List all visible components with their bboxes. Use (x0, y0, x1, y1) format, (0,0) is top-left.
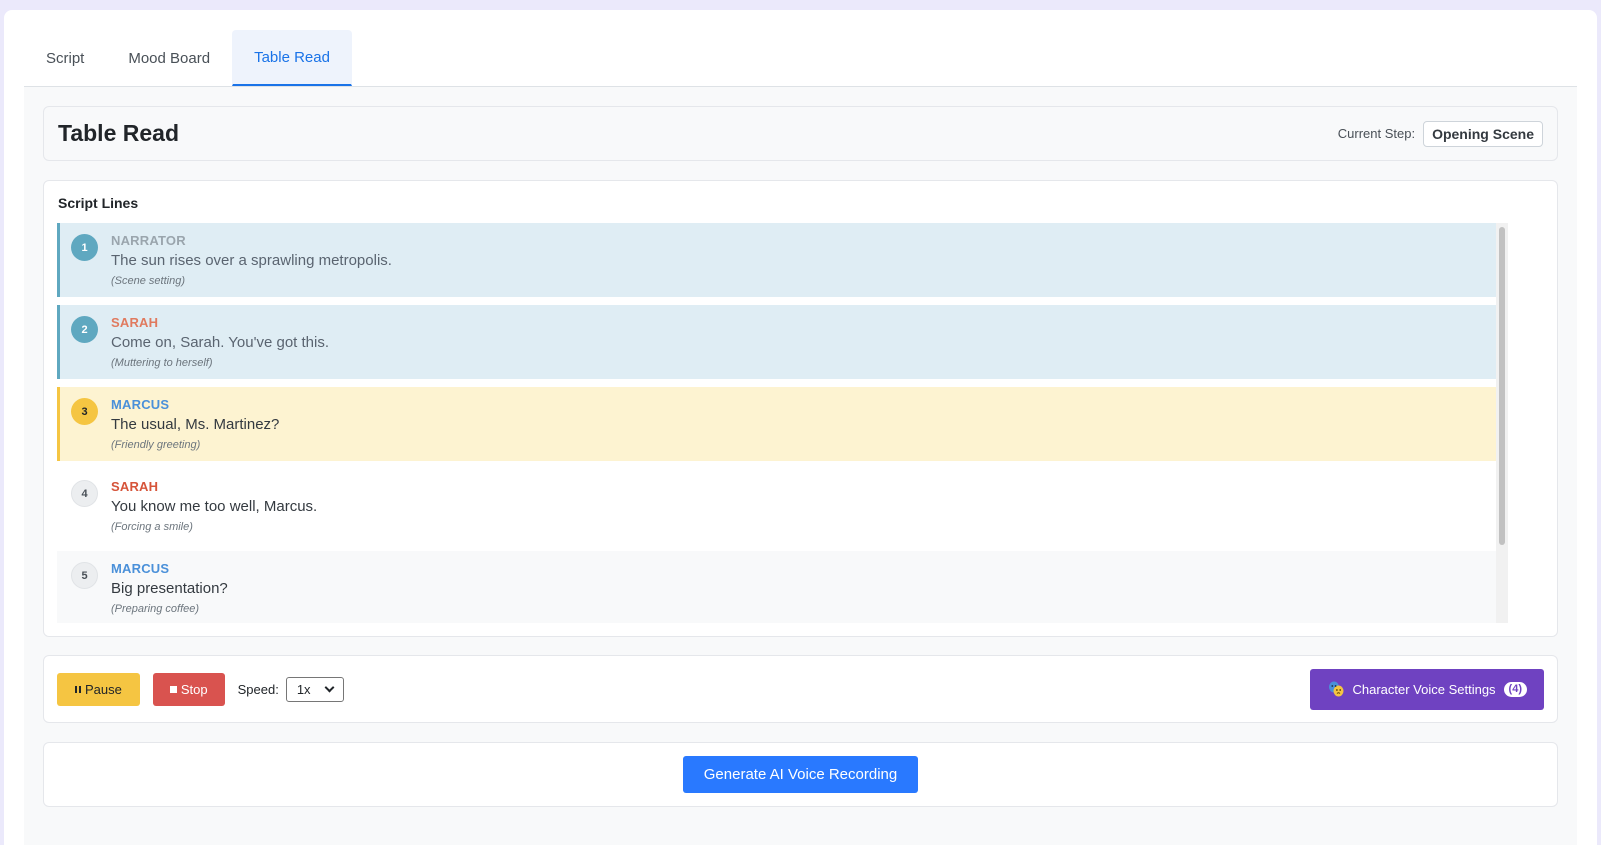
page-title: Table Read (58, 120, 179, 146)
chevron-down-icon (324, 682, 335, 692)
tab-script[interactable]: Script (24, 30, 106, 86)
speed-select[interactable]: 1x (285, 676, 344, 702)
pause-icon (75, 685, 81, 693)
table-read-panel: Table Read Current Step: Opening Scene S… (24, 87, 1577, 845)
stop-button[interactable]: Stop (152, 672, 225, 706)
stage-direction: (Friendly greeting) (111, 439, 201, 451)
scrollbar-thumb[interactable] (1499, 227, 1505, 545)
script-lines-title: Script Lines (58, 195, 139, 211)
voice-count-badge: (4) (1503, 681, 1527, 697)
speed-value: 1x (296, 681, 311, 697)
line-number: 2 (71, 316, 98, 343)
line-number: 4 (71, 480, 98, 507)
script-lines-scrollbar[interactable] (1496, 223, 1508, 623)
speed-label: Speed: (237, 681, 279, 697)
script-line[interactable]: 2 SARAH Come on, Sarah. You've got this.… (57, 305, 1497, 379)
stage-direction: (Scene setting) (111, 275, 185, 287)
speaker-name: NARRATOR (111, 233, 186, 248)
playback-controls: Pause Stop Speed: 1x Character Voice Set… (43, 655, 1558, 723)
script-line[interactable]: 1 NARRATOR The sun rises over a sprawlin… (57, 223, 1497, 297)
line-number: 5 (71, 562, 98, 589)
generate-card: Generate AI Voice Recording (43, 742, 1558, 807)
current-step-badge: Opening Scene (1423, 120, 1543, 147)
line-text: Big presentation? (111, 580, 228, 597)
line-number: 3 (71, 398, 98, 425)
speaker-name: SARAH (111, 479, 159, 494)
tab-mood-board[interactable]: Mood Board (106, 30, 232, 86)
current-step: Current Step: Opening Scene (1337, 120, 1543, 147)
speaker-name: MARCUS (111, 561, 170, 576)
generate-ai-voice-button[interactable]: Generate AI Voice Recording (682, 756, 919, 793)
script-line[interactable]: 4 SARAH You know me too well, Marcus. (F… (57, 469, 1497, 543)
character-voice-settings-button[interactable]: Character Voice Settings (4) (1310, 668, 1544, 710)
stage-direction: (Preparing coffee) (111, 603, 200, 615)
app-window: Script Mood Board Table Read Table Read … (4, 10, 1597, 845)
pause-label: Pause (85, 681, 122, 697)
script-lines-list[interactable]: 1 NARRATOR The sun rises over a sprawlin… (57, 223, 1497, 623)
line-number: 1 (71, 234, 98, 261)
script-line[interactable]: 5 MARCUS Big presentation? (Preparing co… (57, 551, 1497, 623)
tab-table-read[interactable]: Table Read (232, 30, 352, 86)
stop-label: Stop (180, 681, 208, 697)
stage-direction: (Forcing a smile) (111, 521, 193, 533)
stage-direction: (Muttering to herself) (111, 357, 213, 369)
line-text: The usual, Ms. Martinez? (111, 416, 280, 433)
line-text: You know me too well, Marcus. (111, 498, 318, 515)
speaker-name: MARCUS (111, 397, 170, 412)
pause-button[interactable]: Pause (57, 672, 140, 706)
line-text: The sun rises over a sprawling metropoli… (111, 252, 392, 269)
current-step-label: Current Step: (1337, 126, 1416, 141)
stop-icon (169, 685, 177, 693)
tab-bar: Script Mood Board Table Read (24, 30, 1577, 87)
speaker-name: SARAH (111, 315, 159, 330)
character-voice-settings-label: Character Voice Settings (1352, 681, 1496, 697)
script-line-current[interactable]: 3 MARCUS The usual, Ms. Martinez? (Frien… (57, 387, 1497, 461)
theater-masks-icon (1328, 681, 1344, 697)
script-lines-card: Script Lines 1 NARRATOR The sun rises ov… (43, 180, 1558, 637)
line-text: Come on, Sarah. You've got this. (111, 334, 330, 351)
table-read-header: Table Read Current Step: Opening Scene (43, 106, 1558, 161)
